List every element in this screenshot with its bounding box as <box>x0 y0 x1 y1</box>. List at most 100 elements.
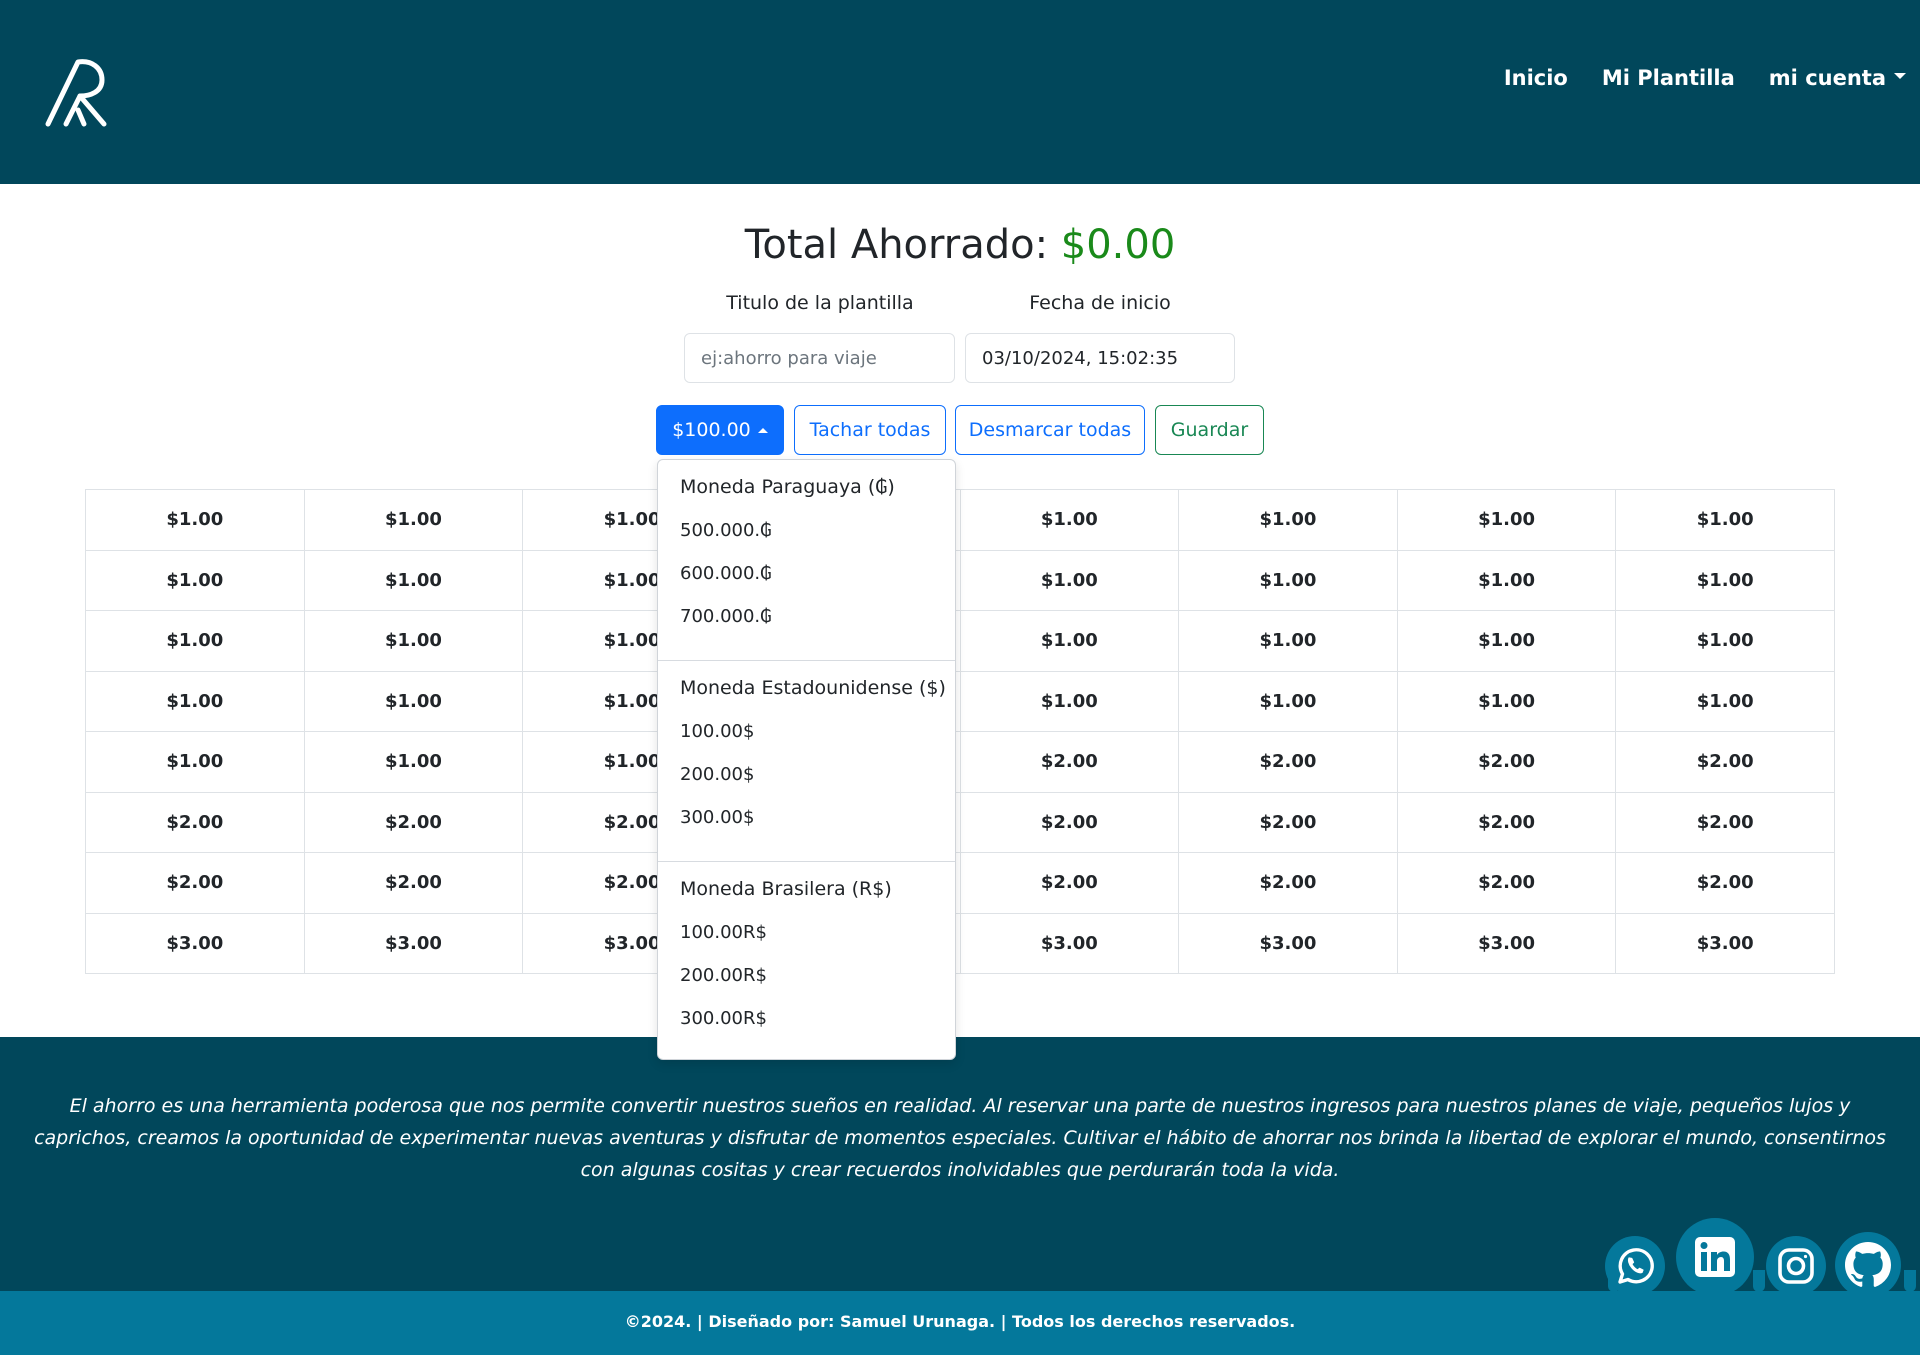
savings-cell[interactable]: $1.00 <box>959 670 1180 732</box>
savings-cell[interactable]: $1.00 <box>1396 610 1617 672</box>
savings-cell[interactable]: $2.00 <box>1615 791 1835 853</box>
savings-cell[interactable]: $1.00 <box>959 549 1180 611</box>
caret-up-icon <box>757 427 768 433</box>
savings-cell[interactable]: $1.00 <box>959 489 1180 551</box>
savings-cell[interactable]: $2.00 <box>959 791 1180 853</box>
linkedin-icon <box>1695 1237 1735 1277</box>
nav-mi-cuenta-dropdown[interactable]: mi cuenta <box>1769 66 1906 90</box>
nav-mi-cuenta-label: mi cuenta <box>1768 66 1886 90</box>
dropdown-divider <box>658 660 955 661</box>
savings-cell[interactable]: $2.00 <box>85 852 305 914</box>
savings-cell[interactable]: $2.00 <box>1396 852 1617 914</box>
savings-cell[interactable]: $1.00 <box>303 731 524 793</box>
grid-row: $1.00$1.00$1.00$1.00$1.00$1.00$1.00$1.00 <box>85 670 1835 732</box>
instagram-link[interactable] <box>1766 1236 1826 1296</box>
nav-links: Inicio Mi Plantilla mi cuenta <box>1504 66 1906 90</box>
savings-cell[interactable]: $2.00 <box>85 791 305 853</box>
grid-row: $1.00$1.00$1.00$1.00$1.00$1.00$1.00$1.00 <box>85 610 1835 672</box>
dropdown-divider <box>658 861 955 862</box>
savings-cell[interactable]: $3.00 <box>85 912 305 974</box>
linkedin-link[interactable] <box>1676 1218 1754 1296</box>
savings-cell[interactable]: $1.00 <box>1396 670 1617 732</box>
github-icon <box>1845 1242 1891 1287</box>
title-input[interactable]: ej:ahorro para viaje <box>684 333 955 383</box>
footer-quote: El ahorro es una herramienta poderosa qu… <box>34 1095 1886 1181</box>
title-label: Titulo de la plantilla <box>726 292 914 314</box>
dropdown-header-brasilera: Moneda Brasilera (R$) <box>680 878 892 900</box>
savings-cell[interactable]: $2.00 <box>1178 852 1398 914</box>
tachar-todas-button[interactable]: Tachar todas <box>794 405 946 455</box>
grid-row: $2.00$2.00$2.00$2.00$2.00$2.00$2.00$2.00 <box>85 852 1835 914</box>
date-input[interactable]: 03/10/2024, 15:02:35 <box>965 333 1235 383</box>
dropdown-item[interactable]: 100.00$ <box>680 721 754 742</box>
savings-cell[interactable]: $2.00 <box>1396 791 1617 853</box>
total-value: $0.00 <box>1060 222 1176 268</box>
nav-mi-plantilla[interactable]: Mi Plantilla <box>1602 66 1735 90</box>
savings-cell[interactable]: $3.00 <box>959 912 1180 974</box>
dropdown-item[interactable]: 300.00R$ <box>680 1008 767 1029</box>
savings-cell[interactable]: $1.00 <box>85 670 305 732</box>
logo-icon[interactable] <box>44 56 112 128</box>
savings-cell[interactable]: $1.00 <box>85 489 305 551</box>
savings-cell[interactable]: $2.00 <box>1178 731 1398 793</box>
whatsapp-link[interactable] <box>1605 1236 1665 1296</box>
savings-cell[interactable]: $1.00 <box>1615 489 1835 551</box>
savings-cell[interactable]: $1.00 <box>959 610 1180 672</box>
savings-cell[interactable]: $1.00 <box>1615 670 1835 732</box>
savings-cell[interactable]: $3.00 <box>1178 912 1398 974</box>
savings-cell[interactable]: $1.00 <box>1615 549 1835 611</box>
savings-cell[interactable]: $3.00 <box>1396 912 1617 974</box>
navbar: Inicio Mi Plantilla mi cuenta <box>0 0 1920 184</box>
savings-cell[interactable]: $2.00 <box>1615 852 1835 914</box>
savings-cell[interactable]: $2.00 <box>303 852 524 914</box>
savings-cell[interactable]: $1.00 <box>85 731 305 793</box>
dropdown-item[interactable]: 500.000.₲ <box>680 520 772 541</box>
savings-cell[interactable]: $1.00 <box>85 610 305 672</box>
dropdown-item[interactable]: 300.00$ <box>680 807 754 828</box>
whatsapp-icon <box>1618 1248 1654 1284</box>
savings-cell[interactable]: $2.00 <box>959 731 1180 793</box>
date-label: Fecha de inicio <box>1029 292 1171 314</box>
grid-row: $1.00$1.00$1.00$1.00$1.00$1.00$1.00$1.00 <box>85 489 1835 551</box>
savings-cell[interactable]: $1.00 <box>85 549 305 611</box>
savings-cell[interactable]: $2.00 <box>1396 731 1617 793</box>
savings-cell[interactable]: $2.00 <box>959 852 1180 914</box>
guardar-button[interactable]: Guardar <box>1155 405 1264 455</box>
caret-down-icon <box>1894 73 1906 79</box>
savings-cell[interactable]: $1.00 <box>1396 489 1617 551</box>
grid-row: $3.00$3.00$3.00$3.00$3.00$3.00$3.00$3.00 <box>85 912 1835 974</box>
instagram-icon <box>1778 1248 1814 1284</box>
savings-cell[interactable]: $3.00 <box>303 912 524 974</box>
nav-inicio[interactable]: Inicio <box>1504 66 1568 90</box>
savings-cell[interactable]: $3.00 <box>1615 912 1835 974</box>
dropdown-item[interactable]: 200.00R$ <box>680 965 767 986</box>
total-label: Total Ahorrado: <box>744 222 1049 268</box>
savings-cell[interactable]: $1.00 <box>1178 610 1398 672</box>
savings-cell[interactable]: $1.00 <box>303 489 524 551</box>
amount-button-label: $100.00 <box>672 419 751 441</box>
savings-cell[interactable]: $1.00 <box>303 549 524 611</box>
github-link[interactable] <box>1835 1232 1901 1298</box>
savings-cell[interactable]: $2.00 <box>1615 731 1835 793</box>
grid-row: $1.00$1.00$1.00$1.00$1.00$1.00$1.00$1.00 <box>85 549 1835 611</box>
savings-cell[interactable]: $1.00 <box>1178 549 1398 611</box>
savings-cell[interactable]: $1.00 <box>1615 610 1835 672</box>
dropdown-item[interactable]: 200.00$ <box>680 764 754 785</box>
grid-row: $1.00$1.00$1.00$1.00$2.00$2.00$2.00$2.00 <box>85 731 1835 793</box>
savings-cell[interactable]: $1.00 <box>1396 549 1617 611</box>
savings-cell[interactable]: $1.00 <box>1178 670 1398 732</box>
total-saved-heading: Total Ahorrado: $0.00 <box>0 222 1920 268</box>
savings-cell[interactable]: $1.00 <box>303 610 524 672</box>
desmarcar-todas-button[interactable]: Desmarcar todas <box>955 405 1145 455</box>
dropdown-item[interactable]: 100.00R$ <box>680 922 767 943</box>
savings-cell[interactable]: $1.00 <box>303 670 524 732</box>
dropdown-item[interactable]: 600.000.₲ <box>680 563 772 584</box>
savings-cell[interactable]: $1.00 <box>1178 489 1398 551</box>
savings-cell[interactable]: $2.00 <box>303 791 524 853</box>
copyright-text: ©2024. | Diseñado por: Samuel Urunaga. |… <box>624 1312 1296 1331</box>
decorative-drip <box>1753 1270 1765 1292</box>
amount-dropdown-button[interactable]: $100.00 <box>656 405 784 455</box>
savings-cell[interactable]: $2.00 <box>1178 791 1398 853</box>
savings-grid: $1.00 $1.00 $1.00 $1.00 $1.00 $1.00 $1.00 $1.00… <box>85 489 1835 974</box>
dropdown-item[interactable]: 700.000.₲ <box>680 606 772 627</box>
